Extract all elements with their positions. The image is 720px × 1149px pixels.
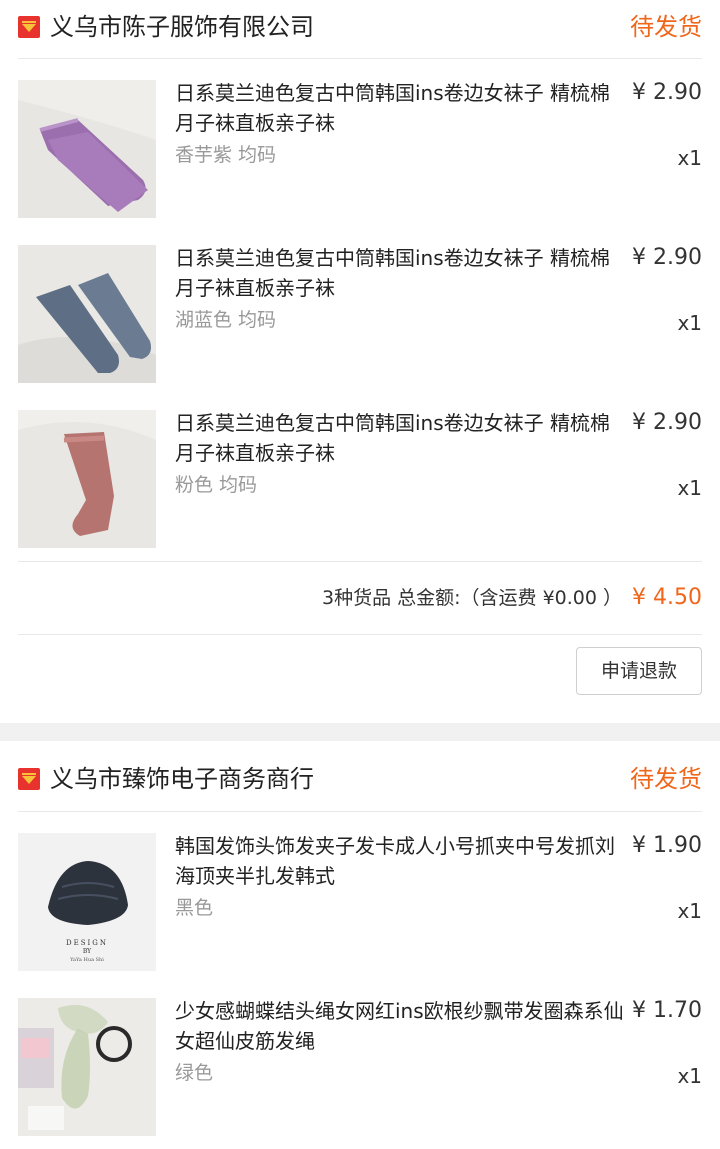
shop-icon (18, 16, 40, 38)
black-hair-claw-icon: DESIGN BY YaYa Hua Shi (18, 833, 156, 971)
order-total: ¥ 4.50 (632, 585, 702, 610)
product-price: ¥ 1.90 (632, 833, 702, 858)
shop-name[interactable]: 义乌市陈子服饰有限公司 (50, 10, 314, 44)
order-item[interactable]: 日系莫兰迪色复古中筒韩国ins卷边女袜子 精梳棉月子袜直板亲子袜 ¥ 2.90 … (0, 396, 720, 561)
order-actions: 申请退款 (0, 635, 720, 723)
divider (18, 58, 702, 59)
thumb-caption-brand: YaYa Hua Shi (69, 957, 104, 963)
product-quantity: x1 (677, 311, 702, 335)
product-price: ¥ 2.90 (632, 410, 702, 435)
product-quantity: x1 (677, 146, 702, 170)
order-card: 义乌市陈子服饰有限公司 待发货 日系莫兰迪色复古中筒韩国ins卷边女袜子 精梳棉… (0, 0, 720, 723)
product-quantity: x1 (677, 899, 702, 923)
divider (18, 561, 702, 562)
product-price: ¥ 2.90 (632, 80, 702, 105)
product-variant: 绿色 (175, 1062, 214, 1084)
thumb-caption-design: DESIGN (66, 939, 108, 947)
product-variant: 湖蓝色 均码 (175, 309, 277, 331)
summary-text: 3种货品 总金额:（含运费 ¥0.00 ） (322, 587, 623, 609)
product-thumbnail[interactable] (18, 410, 156, 548)
divider (18, 811, 702, 812)
order-item[interactable]: 日系莫兰迪色复古中筒韩国ins卷边女袜子 精梳棉月子袜直板亲子袜 ¥ 2.90 … (0, 231, 720, 396)
product-title[interactable]: 少女感蝴蝶结头绳女网红ins欧根纱飘带发圈森系仙女超仙皮筋发绳 (175, 996, 625, 1056)
order-card: 义乌市臻饰电子商务商行 待发货 DESIGN BY YaYa Hua Shi 韩… (0, 741, 720, 1149)
product-title[interactable]: 日系莫兰迪色复古中筒韩国ins卷边女袜子 精梳棉月子袜直板亲子袜 (175, 243, 625, 303)
product-title[interactable]: 日系莫兰迪色复古中筒韩国ins卷边女袜子 精梳棉月子袜直板亲子袜 (175, 78, 625, 138)
order-item[interactable]: 日系莫兰迪色复古中筒韩国ins卷边女袜子 精梳棉月子袜直板亲子袜 ¥ 2.90 … (0, 66, 720, 231)
product-title[interactable]: 韩国发饰头饰发夹子发卡成人小号抓夹中号发抓刘海顶夹半扎发韩式 (175, 831, 625, 891)
product-quantity: x1 (677, 476, 702, 500)
product-thumbnail[interactable] (18, 998, 156, 1136)
product-thumbnail[interactable] (18, 245, 156, 383)
thumb-caption-by: BY (83, 948, 92, 955)
order-status: 待发货 (630, 765, 702, 793)
pink-socks-icon (18, 410, 156, 548)
purple-socks-icon (18, 80, 156, 218)
product-thumbnail[interactable] (18, 80, 156, 218)
refund-button[interactable]: 申请退款 (576, 647, 702, 695)
product-variant: 香芋紫 均码 (175, 144, 277, 166)
product-variant: 粉色 均码 (175, 474, 258, 496)
product-variant: 黑色 (175, 897, 214, 919)
green-bow-scrunchie-icon (18, 998, 156, 1136)
order-separator (0, 723, 720, 741)
product-quantity: x1 (677, 1064, 702, 1088)
shop-header[interactable]: 义乌市陈子服饰有限公司 待发货 (0, 0, 720, 58)
shop-name[interactable]: 义乌市臻饰电子商务商行 (50, 762, 314, 796)
blue-socks-icon (18, 245, 156, 383)
order-item[interactable]: DESIGN BY YaYa Hua Shi 韩国发饰头饰发夹子发卡成人小号抓夹… (0, 819, 720, 984)
product-title[interactable]: 日系莫兰迪色复古中筒韩国ins卷边女袜子 精梳棉月子袜直板亲子袜 (175, 408, 625, 468)
shop-header[interactable]: 义乌市臻饰电子商务商行 待发货 (0, 741, 720, 811)
order-summary: 3种货品 总金额:（含运费 ¥0.00 ） ¥ 4.50 (0, 561, 720, 635)
product-price: ¥ 2.90 (632, 245, 702, 270)
product-thumbnail[interactable]: DESIGN BY YaYa Hua Shi (18, 833, 156, 971)
shop-icon (18, 768, 40, 790)
product-price: ¥ 1.70 (632, 998, 702, 1023)
order-item[interactable]: 少女感蝴蝶结头绳女网红ins欧根纱飘带发圈森系仙女超仙皮筋发绳 ¥ 1.70 绿… (0, 984, 720, 1149)
order-status: 待发货 (630, 13, 702, 41)
